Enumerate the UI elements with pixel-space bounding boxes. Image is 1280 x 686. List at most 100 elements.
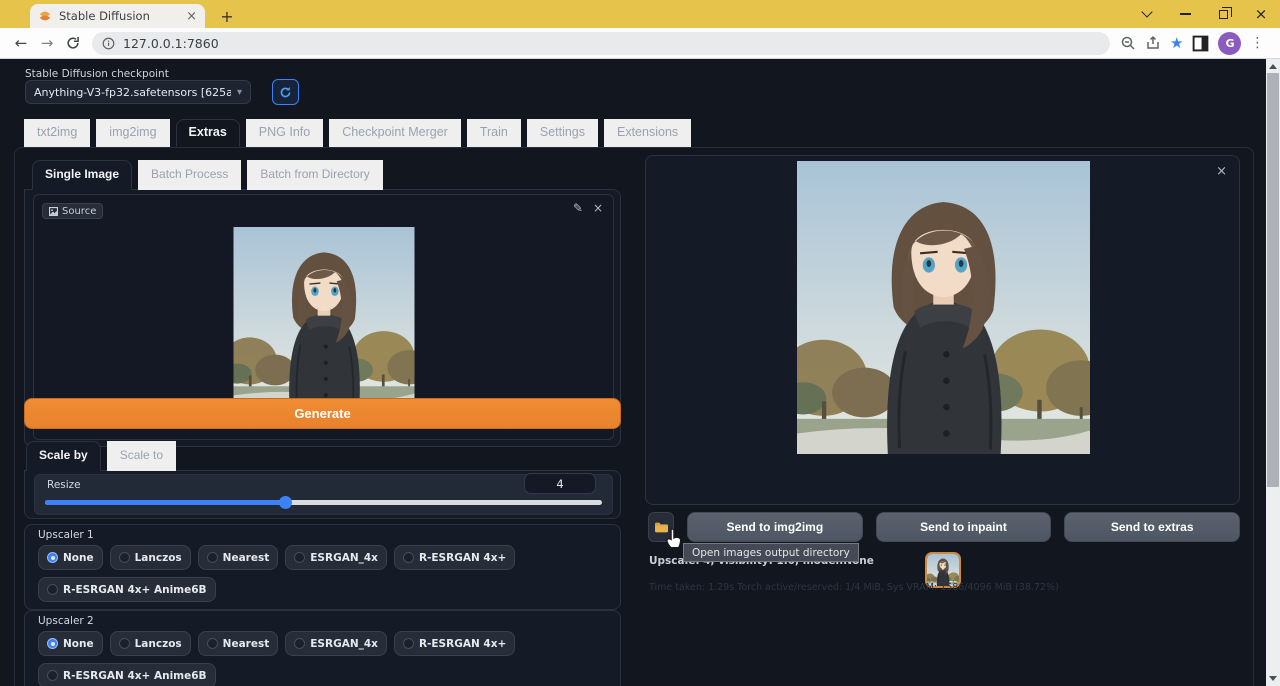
generate-button[interactable]: Generate: [24, 398, 621, 429]
chevron-down-icon: [1141, 6, 1152, 17]
upscaler-option[interactable]: None: [38, 545, 103, 570]
extras-tab[interactable]: Batch from Directory: [247, 160, 382, 190]
url-bar[interactable]: 127.0.0.1:7860: [92, 32, 1110, 55]
zoom-icon[interactable]: [1120, 35, 1136, 51]
clear-image-icon[interactable]: ×: [593, 201, 603, 215]
scroll-down-icon[interactable]: [1269, 676, 1277, 681]
bookmark-star-icon[interactable]: ★: [1170, 34, 1183, 52]
profile-avatar[interactable]: G: [1218, 32, 1241, 55]
side-panel-icon[interactable]: [1192, 35, 1209, 52]
radio-icon: [403, 638, 414, 649]
send-button[interactable]: Send to extras: [1064, 512, 1240, 542]
result-gallery-panel: ×: [645, 155, 1240, 505]
result-image[interactable]: [797, 161, 1090, 454]
radio-icon: [47, 670, 58, 681]
upscaler-option[interactable]: R-ESRGAN 4x+: [394, 545, 515, 570]
scroll-up-icon[interactable]: [1269, 64, 1277, 69]
edit-image-icon[interactable]: ✎: [573, 201, 583, 215]
extras-tab-bar: Single ImageBatch ProcessBatch from Dire…: [32, 160, 383, 190]
send-button[interactable]: Send to inpaint: [876, 512, 1052, 542]
stable-diffusion-webui: Stable Diffusion checkpoint Anything-V3-…: [0, 59, 1280, 686]
upscaler-option[interactable]: ESRGAN_4x: [285, 545, 387, 570]
upscaler2-options: None Lanczos NearestESRGAN_4x R-ESRGAN 4x+ R…: [38, 631, 612, 686]
refresh-icon: [279, 86, 292, 99]
main-tab[interactable]: Extensions: [604, 119, 691, 147]
new-tab-button[interactable]: +: [216, 5, 238, 27]
scale-tab[interactable]: Scale to: [107, 441, 176, 471]
main-tab[interactable]: Checkpoint Merger: [329, 119, 461, 147]
radio-icon: [403, 552, 414, 563]
reload-icon: [66, 36, 80, 50]
main-tab-bar: txt2imgimg2imgExtrasPNG InfoCheckpoint M…: [24, 120, 691, 147]
restore-icon: [1219, 10, 1228, 19]
browser-tab-strip: Stable Diffusion × + ×: [0, 0, 1280, 28]
checkpoint-value: Anything-V3-fp32.safetensors [625a2ba2]: [34, 86, 231, 99]
upscaler-option[interactable]: Lanczos: [110, 631, 191, 656]
performance-info-text: Time taken: 1.29s Torch active/reserved:…: [649, 582, 1059, 593]
upscaler-option[interactable]: R-ESRGAN 4x+ Anime6B: [38, 577, 216, 602]
upscaler-option[interactable]: Nearest: [198, 545, 279, 570]
main-tab[interactable]: Extras: [176, 119, 240, 147]
source-chip-label: Source: [62, 206, 96, 217]
back-button[interactable]: ←: [8, 34, 34, 52]
send-buttons: Send to img2img Send to inpaint Send to ex…: [687, 512, 1240, 542]
forward-button[interactable]: →: [34, 34, 60, 52]
share-icon[interactable]: [1145, 35, 1161, 51]
upscaler-option[interactable]: ESRGAN_4x: [285, 631, 387, 656]
radio-icon: [207, 552, 218, 563]
resize-block: Resize 4: [34, 474, 613, 515]
window-chevron-button[interactable]: [1128, 0, 1166, 28]
folder-tooltip: Open images output directory: [683, 543, 859, 562]
resize-value-input[interactable]: 4: [524, 473, 596, 494]
upscaler-option[interactable]: Lanczos: [110, 545, 191, 570]
window-minimize-button[interactable]: [1166, 0, 1204, 28]
resize-label: Resize: [47, 479, 81, 491]
extras-tab[interactable]: Batch Process: [138, 160, 241, 190]
upscaler1-block: Upscaler 1 None Lanczos NearestESRGAN_4x R-…: [24, 524, 621, 610]
scale-tab-bar: Scale byScale to: [26, 442, 176, 471]
minimize-icon: [1180, 13, 1191, 15]
checkpoint-dropdown[interactable]: Anything-V3-fp32.safetensors [625a2ba2] …: [25, 80, 251, 104]
dropdown-chevron-icon: ▾: [237, 87, 242, 98]
window-restore-button[interactable]: [1204, 0, 1242, 28]
upscaler2-block: Upscaler 2 None Lanczos NearestESRGAN_4x R-…: [24, 610, 621, 686]
resize-slider-thumb[interactable]: [279, 496, 292, 509]
radio-icon: [47, 638, 58, 649]
browser-menu-icon[interactable]: ⋮: [1250, 35, 1264, 51]
window-controls: ×: [1128, 0, 1280, 28]
main-tab[interactable]: Settings: [527, 119, 598, 147]
radio-icon: [119, 638, 130, 649]
main-tab[interactable]: Train: [467, 119, 521, 147]
source-image[interactable]: [233, 227, 415, 408]
resize-slider-fill: [45, 500, 285, 505]
radio-icon: [207, 638, 218, 649]
scale-tab[interactable]: Scale by: [26, 441, 101, 471]
extras-tab[interactable]: Single Image: [32, 160, 132, 190]
dropzone-actions: ✎ ×: [573, 201, 603, 215]
upscaler-option[interactable]: None: [38, 631, 103, 656]
radio-icon: [47, 552, 58, 563]
browser-tab-title: Stable Diffusion: [59, 9, 179, 23]
upscaler2-label: Upscaler 2: [38, 615, 94, 627]
gallery-close-icon[interactable]: ×: [1216, 164, 1227, 179]
upscaler1-label: Upscaler 1: [38, 529, 94, 541]
refresh-checkpoint-button[interactable]: [272, 79, 299, 105]
scrollbar-thumb[interactable]: [1267, 73, 1279, 487]
image-icon: [49, 207, 58, 216]
upscaler-option[interactable]: R-ESRGAN 4x+ Anime6B: [38, 663, 216, 686]
resize-slider[interactable]: [45, 500, 602, 505]
site-info-icon[interactable]: [102, 37, 115, 50]
send-button[interactable]: Send to img2img: [687, 512, 863, 542]
window-close-button[interactable]: ×: [1242, 0, 1280, 28]
main-tab[interactable]: img2img: [96, 119, 169, 147]
tab-close-icon[interactable]: ×: [186, 10, 197, 23]
browser-tab[interactable]: Stable Diffusion ×: [30, 4, 205, 28]
reload-button[interactable]: [60, 36, 86, 50]
upscaler-option[interactable]: Nearest: [198, 631, 279, 656]
checkpoint-label: Stable Diffusion checkpoint: [25, 68, 169, 80]
radio-icon: [119, 552, 130, 563]
main-tab[interactable]: PNG Info: [246, 119, 323, 147]
upscaler-option[interactable]: R-ESRGAN 4x+: [394, 631, 515, 656]
main-tab[interactable]: txt2img: [24, 119, 90, 147]
page-scrollbar[interactable]: [1266, 59, 1280, 686]
